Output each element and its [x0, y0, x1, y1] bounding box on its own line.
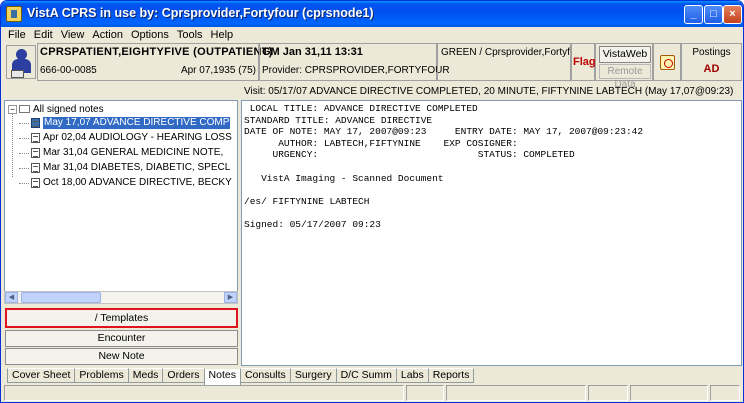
postings-value: AD — [703, 63, 720, 75]
tab-dc-summ[interactable]: D/C Summ — [335, 368, 397, 383]
tab-meds[interactable]: Meds — [127, 368, 164, 383]
scroll-right-arrow-icon[interactable]: ▶ — [224, 292, 237, 303]
vistaweb-button[interactable]: VistaWeb — [599, 46, 651, 63]
visit-line: Visit: 05/17/07 ADVANCE DIRECTIVE COMPLE… — [244, 86, 734, 97]
tree-item-label: May 17,07 ADVANCE DIRECTIVE COMP — [43, 117, 231, 129]
templates-button[interactable]: / Templates — [5, 308, 238, 328]
menu-file[interactable]: File — [4, 27, 30, 43]
note-text-pane[interactable]: LOCAL TITLE: ADVANCE DIRECTIVE COMPLETED… — [241, 100, 742, 366]
primary-care-team-button[interactable]: GREEN / Cprsprovider,Fortyfour — [437, 43, 571, 81]
tab-reports[interactable]: Reports — [427, 368, 475, 383]
tree-item-note-4[interactable]: Mar 31,04 DIABETES, DIABETIC, SPECL — [19, 162, 230, 174]
tree-item-note-1[interactable]: May 17,07 ADVANCE DIRECTIVE COMP — [19, 117, 231, 129]
tab-problems[interactable]: Problems — [74, 368, 129, 383]
primary-care-team: GREEN / Cprsprovider,Fortyfour — [441, 47, 571, 58]
patient-info-button[interactable]: CPRSPATIENT,EIGHTYFIVE (OUTPATIENT) 666-… — [37, 43, 272, 81]
tree-connector — [19, 122, 29, 124]
maximize-button[interactable]: □ — [704, 5, 723, 24]
tree-item-note-5[interactable]: Oct 18,00 ADVANCE DIRECTIVE, BECKY — [19, 177, 232, 189]
encounter-provider: Provider: CPRSPROVIDER,FORTYFOUR — [262, 65, 450, 76]
reminder-clock-icon — [660, 55, 675, 70]
status-cell-main — [4, 385, 404, 401]
close-button[interactable]: × — [723, 5, 742, 24]
menu-action[interactable]: Action — [88, 27, 127, 43]
patient-header: CPRSPATIENT,EIGHTYFIVE (OUTPATIENT) 666-… — [4, 43, 742, 90]
note-document-icon — [31, 148, 40, 158]
tree-item-label: Mar 31,04 GENERAL MEDICINE NOTE, — [43, 147, 224, 158]
chart-tabs: Cover Sheet Problems Meds Orders Notes Consul… — [7, 368, 475, 386]
tree-connector — [19, 182, 29, 184]
tab-orders[interactable]: Orders — [162, 368, 205, 383]
remote-data-button[interactable]: Remote Data — [599, 64, 651, 90]
tree-root-label: All signed notes — [33, 104, 104, 115]
folder-icon — [19, 105, 30, 114]
tab-labs[interactable]: Labs — [395, 368, 429, 383]
status-cell — [710, 385, 740, 401]
tree-connector — [19, 167, 29, 169]
tab-consults[interactable]: Consults — [239, 368, 291, 383]
menu-options[interactable]: Options — [127, 27, 173, 43]
note-document-icon — [31, 178, 40, 188]
note-document-icon — [31, 133, 40, 143]
postings-button[interactable]: Postings AD — [681, 43, 742, 81]
encounter-button[interactable]: GM Jan 31,11 13:31 Provider: CPRSPROVIDE… — [259, 43, 450, 81]
menu-tools[interactable]: Tools — [173, 27, 207, 43]
menu-edit[interactable]: Edit — [30, 27, 57, 43]
status-cell — [588, 385, 628, 401]
status-bar — [4, 385, 742, 402]
note-document-icon — [31, 163, 40, 173]
cprs-window: VistA CPRS in use by: Cprsprovider,Forty… — [0, 0, 744, 403]
patient-ssn: 666-00-0085 — [40, 65, 97, 76]
encounter-location: GM Jan 31,11 13:31 — [262, 46, 363, 58]
notes-tree[interactable]: − All signed notes May 17,07 ADVANCE DIRE… — [4, 100, 238, 303]
menu-bar: File Edit View Action Options Tools Help — [4, 27, 742, 43]
vistaweb-panel: VistaWeb Remote Data — [595, 43, 653, 90]
tree-root[interactable]: − All signed notes — [8, 104, 104, 115]
encounter-action-button[interactable]: Encounter — [5, 330, 238, 347]
status-cell — [446, 385, 586, 401]
tree-item-label: Apr 02,04 AUDIOLOGY - HEARING LOSS — [43, 132, 232, 143]
tree-connector — [19, 137, 29, 139]
tree-item-note-3[interactable]: Mar 31,04 GENERAL MEDICINE NOTE, — [19, 147, 223, 159]
title-bar[interactable]: VistA CPRS in use by: Cprsprovider,Forty… — [1, 1, 743, 27]
flag-button[interactable]: Flag — [571, 43, 596, 81]
postings-title: Postings — [692, 47, 731, 58]
scroll-left-arrow-icon[interactable]: ◀ — [5, 292, 18, 303]
status-cell — [406, 385, 444, 401]
tree-connector — [12, 113, 13, 177]
window-title: VistA CPRS in use by: Cprsprovider,Forty… — [27, 6, 374, 20]
tree-item-label: Oct 18,00 ADVANCE DIRECTIVE, BECKY — [43, 177, 232, 188]
patient-dob: Apr 07,1935 (75) — [180, 65, 256, 76]
note-document-icon — [31, 118, 40, 128]
patient-avatar-icon[interactable] — [6, 45, 36, 79]
reminders-button[interactable] — [653, 43, 681, 81]
tab-notes[interactable]: Notes — [203, 369, 241, 386]
note-text: LOCAL TITLE: ADVANCE DIRECTIVE COMPLETED… — [244, 103, 644, 230]
patient-name: CPRSPATIENT,EIGHTYFIVE (OUTPATIENT) — [40, 46, 273, 58]
menu-help[interactable]: Help — [207, 27, 238, 43]
scroll-thumb[interactable] — [21, 292, 101, 303]
tab-surgery[interactable]: Surgery — [289, 368, 337, 383]
menu-view[interactable]: View — [57, 27, 89, 43]
new-note-button[interactable]: New Note — [5, 348, 238, 365]
tree-item-note-2[interactable]: Apr 02,04 AUDIOLOGY - HEARING LOSS — [19, 132, 232, 144]
cprs-app-icon — [6, 6, 22, 22]
tab-cover-sheet[interactable]: Cover Sheet — [7, 368, 76, 383]
tree-horizontal-scrollbar[interactable]: ◀ ▶ — [4, 291, 238, 304]
minimize-button[interactable]: _ — [684, 5, 703, 24]
status-cell — [630, 385, 708, 401]
avatar-tag — [11, 70, 24, 78]
tree-connector — [19, 152, 29, 154]
tree-item-label: Mar 31,04 DIABETES, DIABETIC, SPECL — [43, 162, 231, 173]
flag-label: Flag — [573, 56, 596, 68]
